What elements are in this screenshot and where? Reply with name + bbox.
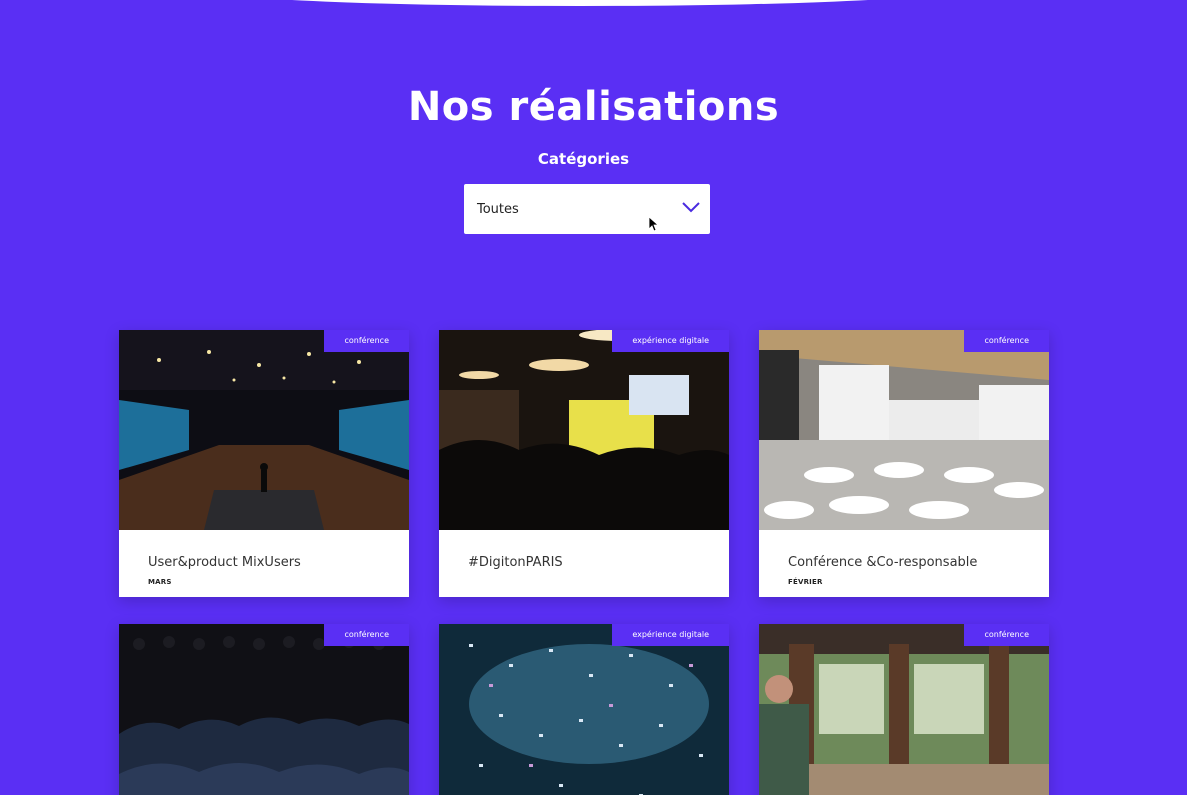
mouse-cursor-icon: [648, 216, 658, 232]
project-card[interactable]: conférence User&product MixUsers MARS: [119, 330, 409, 597]
project-card[interactable]: conférence: [759, 624, 1049, 795]
category-tag: conférence: [964, 330, 1049, 352]
categories-label: Catégories: [537, 150, 630, 168]
project-card[interactable]: conférence Conférence &Co-responsable FÉ…: [759, 330, 1049, 597]
project-image-banquet-room: conférence: [759, 330, 1049, 530]
card-month: MARS: [148, 578, 172, 586]
card-title: #DigitonPARIS: [468, 555, 563, 570]
category-tag: conférence: [324, 624, 409, 646]
card-title: Conférence &Co-responsable: [788, 555, 978, 570]
chevron-down-icon: [682, 202, 700, 213]
category-tag: expérience digitale: [612, 624, 729, 646]
card-body: Conférence &Co-responsable FÉVRIER: [759, 530, 1049, 597]
category-tag: expérience digitale: [612, 330, 729, 352]
project-image-confetti: expérience digitale: [439, 624, 729, 795]
project-card[interactable]: expérience digitale #DigitonPARIS: [439, 330, 729, 597]
category-tag: conférence: [324, 330, 409, 352]
category-tag: conférence: [964, 624, 1049, 646]
card-month: FÉVRIER: [788, 578, 823, 586]
category-select-value: Toutes: [477, 201, 519, 217]
page-title: Nos réalisations: [407, 84, 780, 130]
project-image-conference-hall: conférence: [119, 330, 409, 530]
top-curve-divider: [220, 0, 940, 6]
project-card[interactable]: conférence: [119, 624, 409, 795]
card-title: User&product MixUsers: [148, 555, 301, 570]
card-body: User&product MixUsers MARS: [119, 530, 409, 597]
project-image-digital-event: expérience digitale: [439, 330, 729, 530]
project-image-dinner-talk: conférence: [759, 624, 1049, 795]
card-body: #DigitonPARIS: [439, 530, 729, 597]
page: Nos réalisations Catégories Toutes confé…: [0, 0, 1187, 795]
project-card[interactable]: expérience digitale: [439, 624, 729, 795]
project-image-audience: conférence: [119, 624, 409, 795]
category-select[interactable]: Toutes: [464, 184, 710, 234]
